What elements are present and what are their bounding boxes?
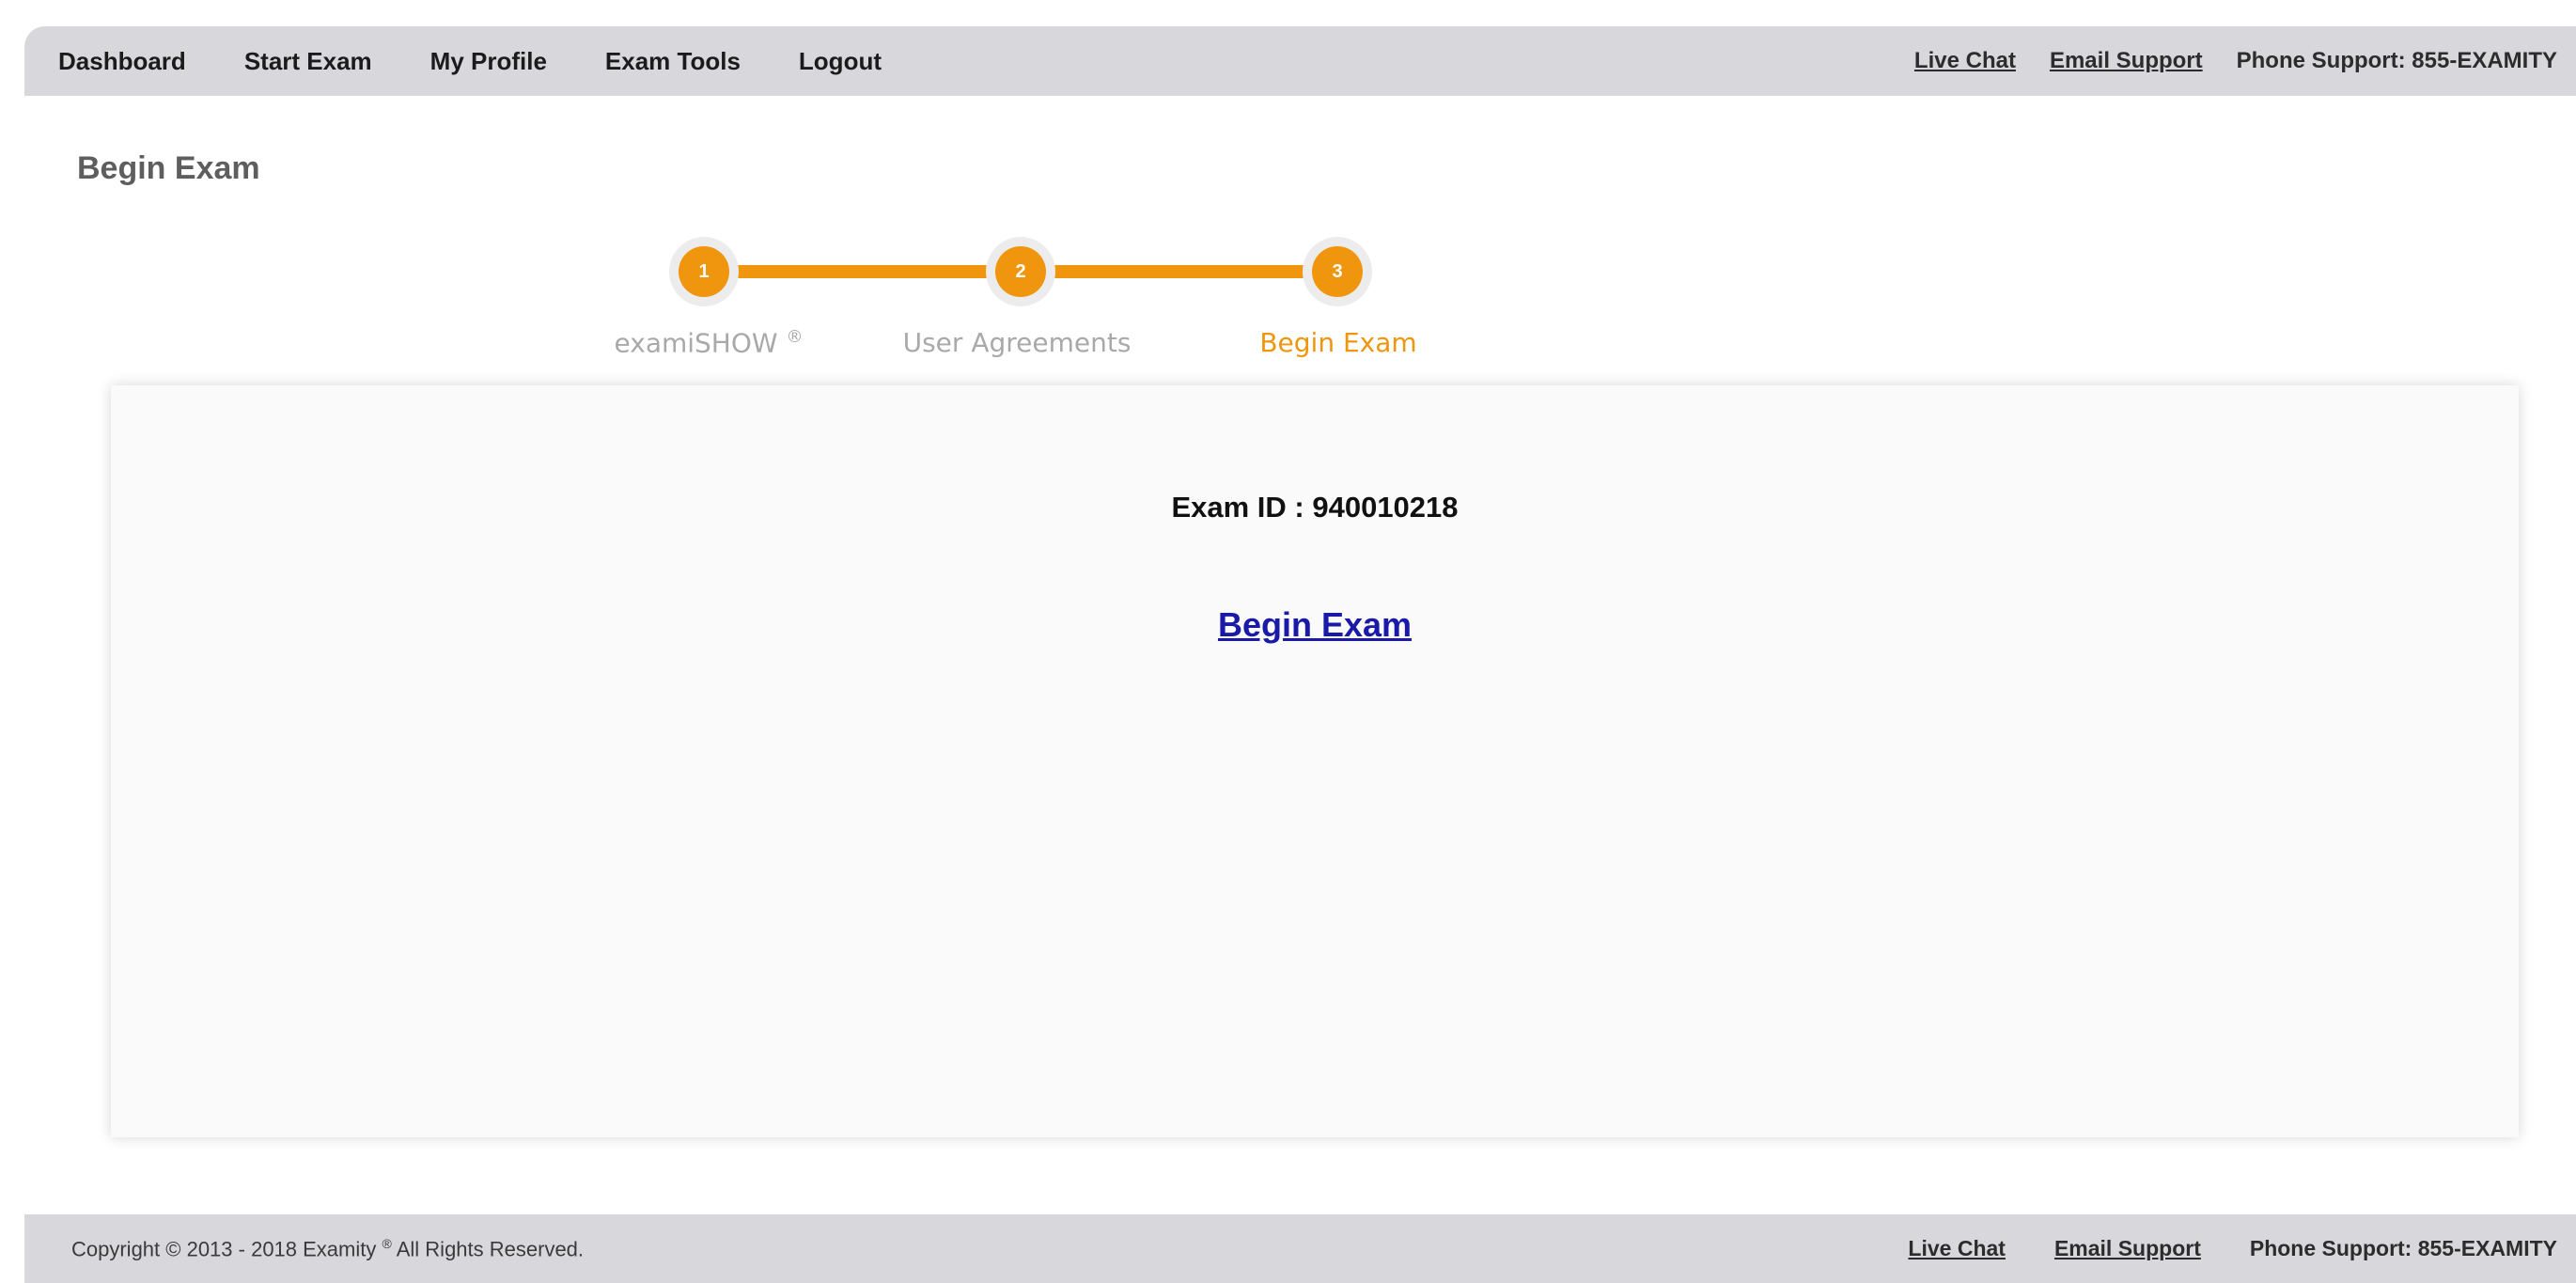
footer-support-links: Live Chat Email Support Phone Support: 8…	[1908, 1214, 2557, 1283]
registered-mark: ®	[786, 327, 804, 347]
exam-id: Exam ID : 940010218	[1171, 491, 1459, 524]
nav-start-exam[interactable]: Start Exam	[244, 47, 372, 76]
rights-reserved: All Rights Reserved.	[396, 1237, 585, 1261]
step-1-label-text: examiSHOW	[614, 327, 778, 359]
step-2-number: 2	[995, 246, 1046, 297]
step-1-indicator: 1	[669, 237, 739, 306]
page-title: Begin Exam	[77, 150, 260, 186]
footer-email-support-link[interactable]: Email Support	[2054, 1236, 2201, 1261]
step-1-number: 1	[679, 246, 729, 297]
step-2-indicator: 2	[986, 237, 1055, 306]
copyright-text: Copyright © 2013 - 2018 Examity ® All Ri…	[71, 1236, 584, 1261]
nav-my-profile[interactable]: My Profile	[430, 47, 547, 76]
email-support-link[interactable]: Email Support	[2050, 48, 2203, 74]
progress-stepper: 1 2 3 examiSHOW ® User Agreements Begin …	[613, 224, 1440, 365]
step-3-label: Begin Exam	[1259, 327, 1417, 358]
footer: Copyright © 2013 - 2018 Examity ® All Ri…	[24, 1214, 2576, 1283]
nav-logout[interactable]: Logout	[799, 47, 882, 76]
page: Dashboard Start Exam My Profile Exam Too…	[11, 11, 2576, 1283]
footer-phone-support-text: Phone Support: 855-EXAMITY	[2249, 1236, 2557, 1260]
nav-exam-tools[interactable]: Exam Tools	[605, 47, 741, 76]
copyright-label: Copyright © 2013 - 2018 Examity	[71, 1237, 377, 1261]
nav-dashboard[interactable]: Dashboard	[58, 47, 186, 76]
live-chat-link[interactable]: Live Chat	[1914, 48, 2016, 74]
phone-support-text: Phone Support: 855-EXAMITY	[2236, 48, 2557, 73]
footer-live-chat-link[interactable]: Live Chat	[1908, 1236, 2006, 1261]
begin-exam-link[interactable]: Begin Exam	[1218, 605, 1412, 644]
begin-exam-link-wrapper: Begin Exam	[111, 605, 2519, 645]
step-1-label: examiSHOW ®	[615, 327, 804, 358]
copyright-registered-mark: ®	[382, 1235, 392, 1251]
top-nav-bar: Dashboard Start Exam My Profile Exam Too…	[24, 26, 2576, 96]
support-links: Live Chat Email Support Phone Support: 8…	[1914, 26, 2557, 96]
step-3-indicator: 3	[1303, 237, 1372, 306]
step-2-label: User Agreements	[902, 327, 1132, 358]
exam-card: Exam ID : 940010218 Begin Exam	[111, 385, 2519, 1137]
main-nav: Dashboard Start Exam My Profile Exam Too…	[58, 26, 882, 96]
step-3-number: 3	[1312, 246, 1363, 297]
